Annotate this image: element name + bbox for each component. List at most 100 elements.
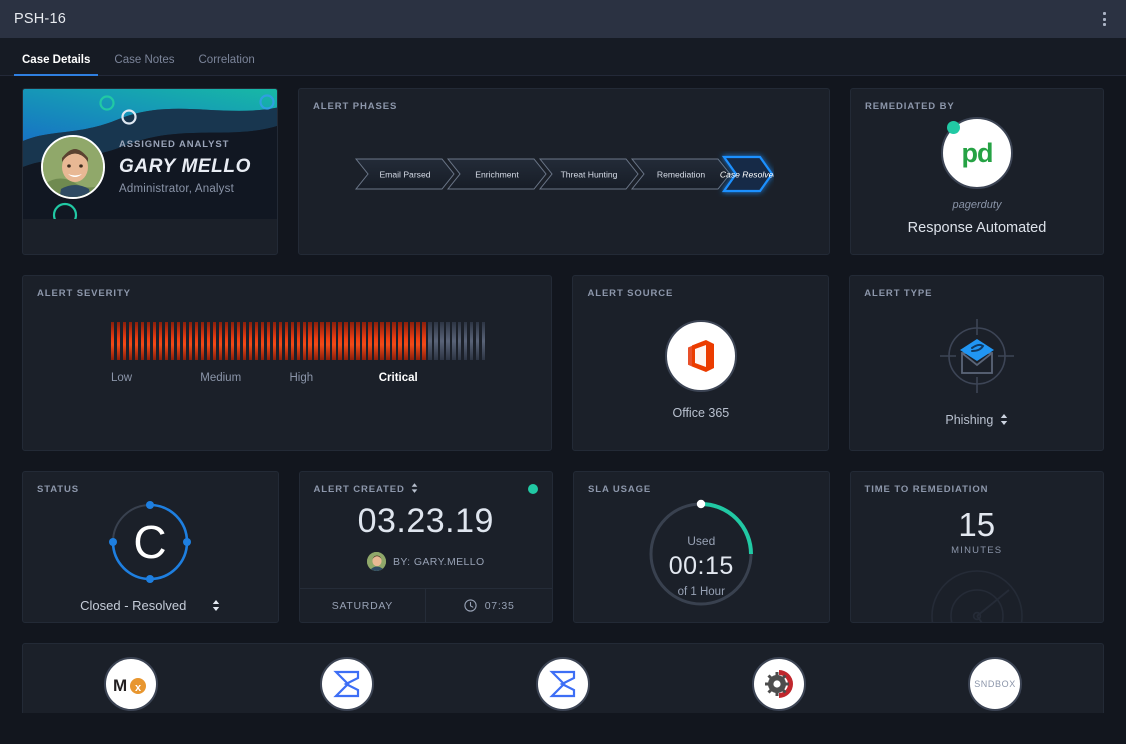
created-day: SATURDAY: [300, 589, 426, 622]
remediation-status: Response Automated: [907, 220, 1047, 236]
severity-tick: [236, 322, 241, 360]
tab-case-details[interactable]: Case Details: [14, 54, 99, 76]
stepper-icon[interactable]: [411, 483, 418, 494]
status-card: STATUS C Closed - Resolved: [22, 471, 279, 623]
avatar: [41, 135, 105, 199]
severity-tick: [140, 322, 145, 360]
alert-type-value[interactable]: Phishing: [945, 413, 1008, 427]
sigma-arrow-icon[interactable]: [320, 657, 374, 711]
severity-tick: [170, 322, 175, 360]
phase-chevrons: Email Parsed Enrichment Threat Hunting R…: [354, 155, 774, 193]
severity-tick: [434, 322, 438, 360]
severity-ticks: [111, 322, 486, 360]
severity-tick: [404, 322, 408, 360]
sla-used-label: Used: [687, 534, 716, 548]
phase-chevron-list: Email Parsed Enrichment Threat Hunting R…: [299, 151, 829, 197]
severity-tick: [344, 322, 348, 360]
case-title: PSH-16: [14, 11, 66, 27]
severity-tick: [200, 322, 205, 360]
svg-text:x: x: [135, 682, 142, 694]
live-status-dot: [528, 484, 538, 494]
severity-level-medium: Medium: [200, 372, 242, 384]
severity-tick: [134, 322, 139, 360]
severity-tick: [416, 322, 420, 360]
severity-meter: Low Medium High Critical: [111, 322, 486, 384]
tab-bar: Case Details Case Notes Correlation: [0, 38, 1126, 76]
alert-type-text: Phishing: [945, 413, 994, 427]
alert-source-card: ALERT SOURCE Office 365: [572, 275, 830, 451]
ttr-value: 15: [958, 506, 996, 543]
row-middle: ALERT SEVERITY Low Medium High Critical …: [22, 275, 1104, 451]
status-letter: C: [134, 516, 167, 568]
severity-tick: [464, 322, 468, 360]
assigned-analyst-card: ASSIGNED ANALYST GARY MELLO Administrato…: [22, 88, 279, 255]
severity-tick: [362, 322, 366, 360]
severity-tick: [386, 322, 390, 360]
pagerduty-icon: pd: [940, 117, 1013, 189]
analyst-role: Administrator, Analyst: [119, 183, 234, 195]
window-title-bar: PSH-16: [0, 0, 1126, 38]
sigma-arrow-icon[interactable]: [536, 657, 590, 711]
severity-tick: [158, 322, 163, 360]
severity-tick: [482, 322, 486, 360]
dashboard-body: ASSIGNED ANALYST GARY MELLO Administrato…: [0, 76, 1126, 713]
severity-tick: [278, 322, 282, 360]
severity-tick: [164, 322, 169, 360]
severity-tick: [302, 322, 306, 360]
sla-total-label: of 1 Hour: [677, 586, 725, 598]
severity-tick: [314, 322, 318, 360]
severity-tick: [116, 322, 121, 360]
vendor-name: pagerduty: [952, 199, 1002, 211]
severity-tick: [374, 322, 378, 360]
status-select[interactable]: Closed - Resolved: [80, 598, 220, 613]
phase-label-0: Email Parsed: [379, 170, 430, 180]
sla-value: 00:15: [668, 552, 734, 580]
severity-tick: [176, 322, 181, 360]
severity-tick: [380, 322, 384, 360]
severity-tick: [224, 322, 229, 360]
analyst-kicker: ASSIGNED ANALYST: [119, 139, 230, 150]
gear-head-icon[interactable]: [752, 657, 806, 711]
online-status-dot: [946, 121, 960, 134]
severity-tick: [128, 322, 133, 360]
svg-text:M: M: [113, 676, 127, 695]
severity-tick: [230, 322, 235, 360]
severity-tick: [260, 322, 264, 360]
tab-correlation[interactable]: Correlation: [191, 54, 263, 75]
severity-tick: [356, 322, 360, 360]
severity-tick: [458, 322, 462, 360]
alert-severity-card: ALERT SEVERITY Low Medium High Critical: [22, 275, 553, 451]
alert-source-value: Office 365: [672, 406, 730, 420]
severity-tick: [452, 322, 456, 360]
severity-tick: [266, 322, 270, 360]
severity-tick: [410, 322, 414, 360]
sla-usage-card: SLA USAGE Used 00:15 of 1 Hour: [573, 471, 830, 623]
phase-label-4: Case Resolved: [720, 170, 774, 180]
severity-tick: [182, 322, 187, 360]
tab-case-notes[interactable]: Case Notes: [106, 54, 182, 75]
avatar: [366, 552, 386, 571]
phishing-target-icon: [939, 319, 1014, 393]
stepper-icon[interactable]: [1000, 414, 1008, 426]
row-top: ASSIGNED ANALYST GARY MELLO Administrato…: [22, 88, 1104, 255]
severity-tick: [470, 322, 474, 360]
phase-label-1: Enrichment: [475, 170, 519, 180]
severity-level-low: Low: [111, 372, 133, 384]
severity-tick: [122, 322, 127, 360]
sndbox-icon[interactable]: SNDBOX: [968, 657, 1022, 711]
status-ring: C: [109, 501, 192, 583]
severity-tick: [194, 322, 199, 360]
severity-tick: [206, 322, 211, 360]
phase-label-3: Remediation: [657, 170, 705, 180]
row-bottom: STATUS C Closed - Resolved ALERT CREATED…: [22, 471, 1104, 623]
kebab-menu-icon[interactable]: [1097, 8, 1112, 30]
stepper-icon[interactable]: [212, 600, 220, 611]
severity-tick: [350, 322, 354, 360]
alert-created-card: ALERT CREATED 03.23.19 BY: GARY.MELLO SA…: [298, 471, 553, 623]
severity-tick: [392, 322, 396, 360]
severity-tick: [152, 322, 157, 360]
mxtoolbox-icon[interactable]: M x: [104, 657, 158, 711]
alert-created-label[interactable]: ALERT CREATED: [314, 483, 419, 495]
clock-icon: [464, 599, 477, 612]
created-footer: SATURDAY 07:35: [299, 588, 552, 622]
